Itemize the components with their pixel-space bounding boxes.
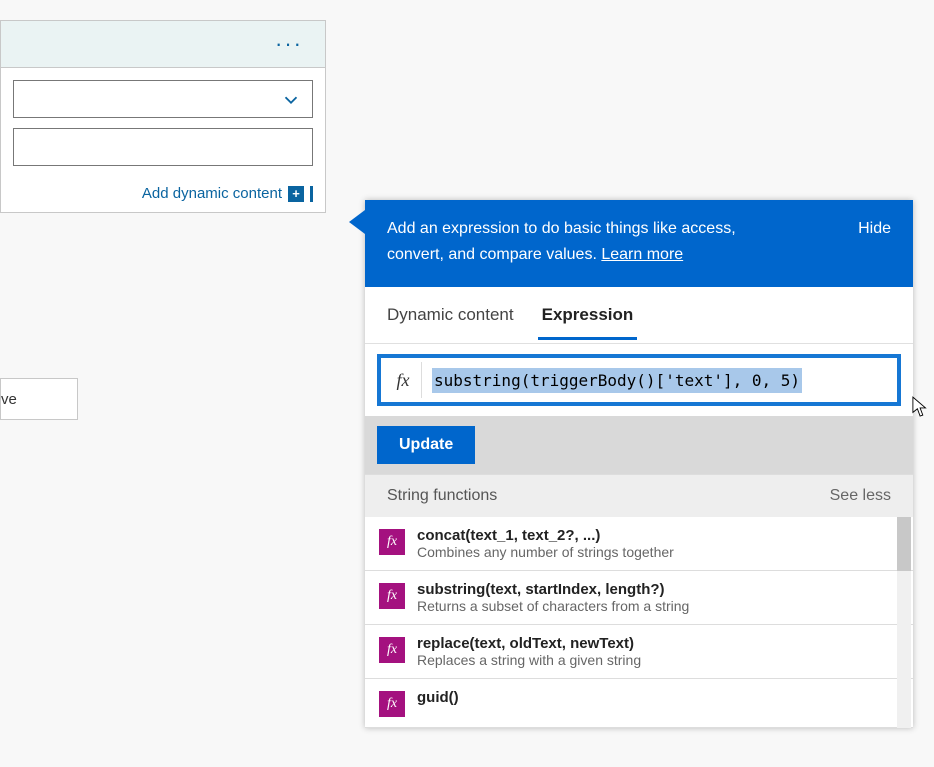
- function-item[interactable]: fx substring(text, startIndex, length?) …: [365, 571, 913, 625]
- text-field[interactable]: [13, 128, 313, 166]
- banner-text-2: convert, and compare values.: [387, 246, 601, 263]
- expression-value: substring(triggerBody()['text'], 0, 5): [432, 368, 802, 393]
- hide-link[interactable]: Hide: [858, 216, 891, 242]
- function-signature: guid(): [417, 689, 459, 706]
- action-card-body: Add dynamic content +: [1, 68, 325, 212]
- action-card-header: ···: [1, 21, 325, 68]
- scrollbar[interactable]: [897, 517, 911, 728]
- expression-input[interactable]: substring(triggerBody()['text'], 0, 5): [432, 368, 893, 393]
- function-signature: concat(text_1, text_2?, ...): [417, 527, 674, 544]
- chevron-down-icon: [280, 89, 302, 116]
- banner-text-1: Add an expression to do basic things lik…: [387, 220, 736, 237]
- scroll-up-icon[interactable]: [897, 517, 911, 531]
- function-section-header: String functions See less: [365, 474, 913, 517]
- action-card: ··· Add dynamic content +: [0, 20, 326, 213]
- fx-badge-icon: fx: [379, 637, 405, 663]
- ellipsis-icon[interactable]: ···: [275, 33, 303, 55]
- tab-dynamic-content[interactable]: Dynamic content: [387, 305, 514, 325]
- add-dynamic-content-link[interactable]: Add dynamic content +: [142, 185, 313, 202]
- partial-button-label: ve: [1, 391, 17, 408]
- function-item[interactable]: fx replace(text, oldText, newText) Repla…: [365, 625, 913, 679]
- expression-input-row: fx substring(triggerBody()['text'], 0, 5…: [377, 354, 901, 406]
- see-less-link[interactable]: See less: [830, 487, 891, 505]
- cursor-icon: [912, 396, 930, 423]
- function-signature: substring(text, startIndex, length?): [417, 581, 689, 598]
- plus-icon: +: [288, 186, 304, 202]
- partial-button[interactable]: ve: [0, 378, 78, 420]
- expression-panel-banner: Add an expression to do basic things lik…: [365, 200, 913, 287]
- panel-tabs: Dynamic content Expression: [365, 287, 913, 344]
- function-description: Replaces a string with a given string: [417, 652, 641, 668]
- update-button[interactable]: Update: [377, 426, 475, 464]
- add-dynamic-content-label: Add dynamic content: [142, 185, 282, 202]
- dropdown-field[interactable]: [13, 80, 313, 118]
- fx-icon: fx: [385, 362, 422, 398]
- function-signature: replace(text, oldText, newText): [417, 635, 641, 652]
- learn-more-link[interactable]: Learn more: [601, 246, 683, 263]
- fx-badge-icon: fx: [379, 691, 405, 717]
- function-list: fx concat(text_1, text_2?, ...) Combines…: [365, 517, 913, 728]
- scroll-thumb[interactable]: [897, 531, 911, 571]
- fx-badge-icon: fx: [379, 583, 405, 609]
- function-description: Returns a subset of characters from a st…: [417, 598, 689, 614]
- update-row: Update: [365, 416, 913, 474]
- function-section-title: String functions: [387, 487, 497, 505]
- expression-panel: Add an expression to do basic things lik…: [365, 200, 913, 728]
- function-item[interactable]: fx guid(): [365, 679, 913, 728]
- tab-expression[interactable]: Expression: [542, 305, 634, 325]
- bar-icon: [310, 186, 313, 202]
- function-description: Combines any number of strings together: [417, 544, 674, 560]
- function-item[interactable]: fx concat(text_1, text_2?, ...) Combines…: [365, 517, 913, 571]
- fx-badge-icon: fx: [379, 529, 405, 555]
